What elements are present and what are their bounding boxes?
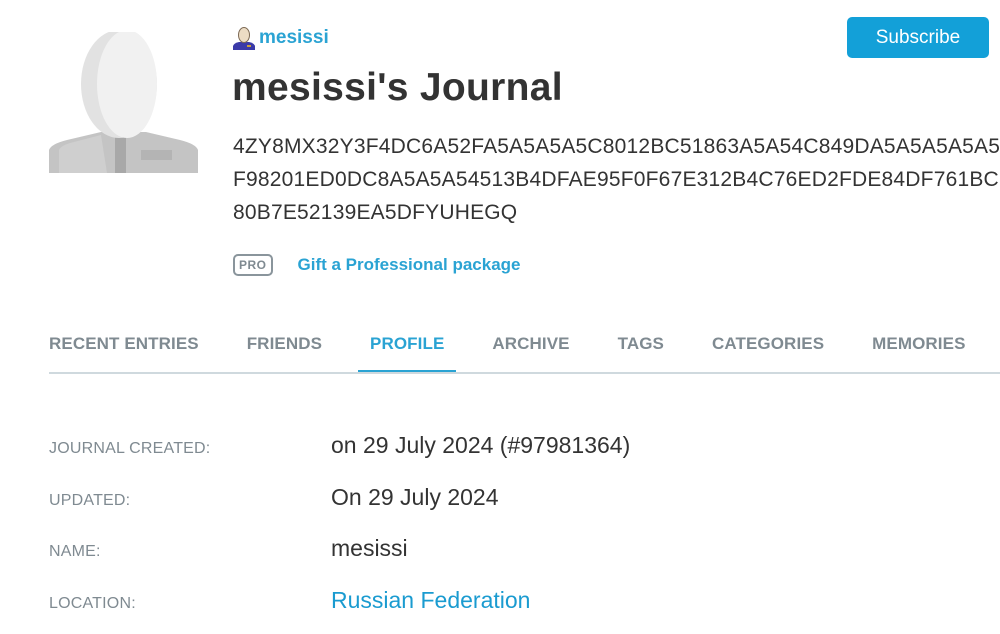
subscribe-button[interactable]: Subscribe	[847, 17, 989, 58]
username-label: mesissi	[259, 27, 329, 48]
profile-value: On 29 July 2024	[331, 483, 499, 510]
profile-value: on 29 July 2024 (#97981364)	[331, 432, 631, 458]
user-link[interactable]: mesissi	[232, 26, 329, 50]
avatar	[49, 32, 198, 173]
tab-tags[interactable]: TAGS	[606, 322, 676, 372]
profile-label: JOURNAL CREATED:	[49, 440, 211, 457]
tab-profile[interactable]: PROFILE	[358, 322, 457, 372]
tab-recent-entries[interactable]: RECENT ENTRIES	[49, 322, 211, 372]
journal-title: mesissi's Journal	[232, 66, 563, 109]
tab-categories[interactable]: CATEGORIES	[700, 322, 836, 372]
profile-label: LOCATION:	[49, 594, 136, 612]
user-head-icon	[233, 27, 255, 50]
profile-value: mesissi	[331, 535, 408, 561]
tab-memories[interactable]: MEMORIES	[860, 322, 977, 372]
profile-label: UPDATED:	[49, 491, 131, 509]
profile-row-location: LOCATION: Russian Federation	[49, 587, 989, 634]
profile-row-updated: UPDATED: On 29 July 2024	[49, 484, 989, 536]
pro-row: PRO Gift a Professional package	[233, 254, 520, 276]
journal-tabs: RECENT ENTRIES FRIENDS PROFILE ARCHIVE T…	[49, 322, 1000, 374]
profile-details: JOURNAL CREATED: on 29 July 2024 (#97981…	[49, 432, 989, 634]
tab-friends[interactable]: FRIENDS	[235, 322, 334, 372]
journal-subtitle: 4ZY8MX32Y3F4DC6A52FA5A5A5A5C8012BC51863A…	[233, 135, 1000, 224]
pro-badge: PRO	[233, 254, 273, 276]
profile-row-created: JOURNAL CREATED: on 29 July 2024 (#97981…	[49, 432, 989, 484]
location-link[interactable]: Russian Federation	[331, 587, 530, 614]
profile-label: NAME:	[49, 543, 101, 560]
profile-row-name: NAME: mesissi	[49, 535, 989, 587]
profile-page: mesissi mesissi's Journal 4ZY8MX32Y3F4DC…	[0, 0, 1000, 634]
tab-archive[interactable]: ARCHIVE	[480, 322, 581, 372]
gift-professional-link[interactable]: Gift a Professional package	[298, 255, 521, 275]
